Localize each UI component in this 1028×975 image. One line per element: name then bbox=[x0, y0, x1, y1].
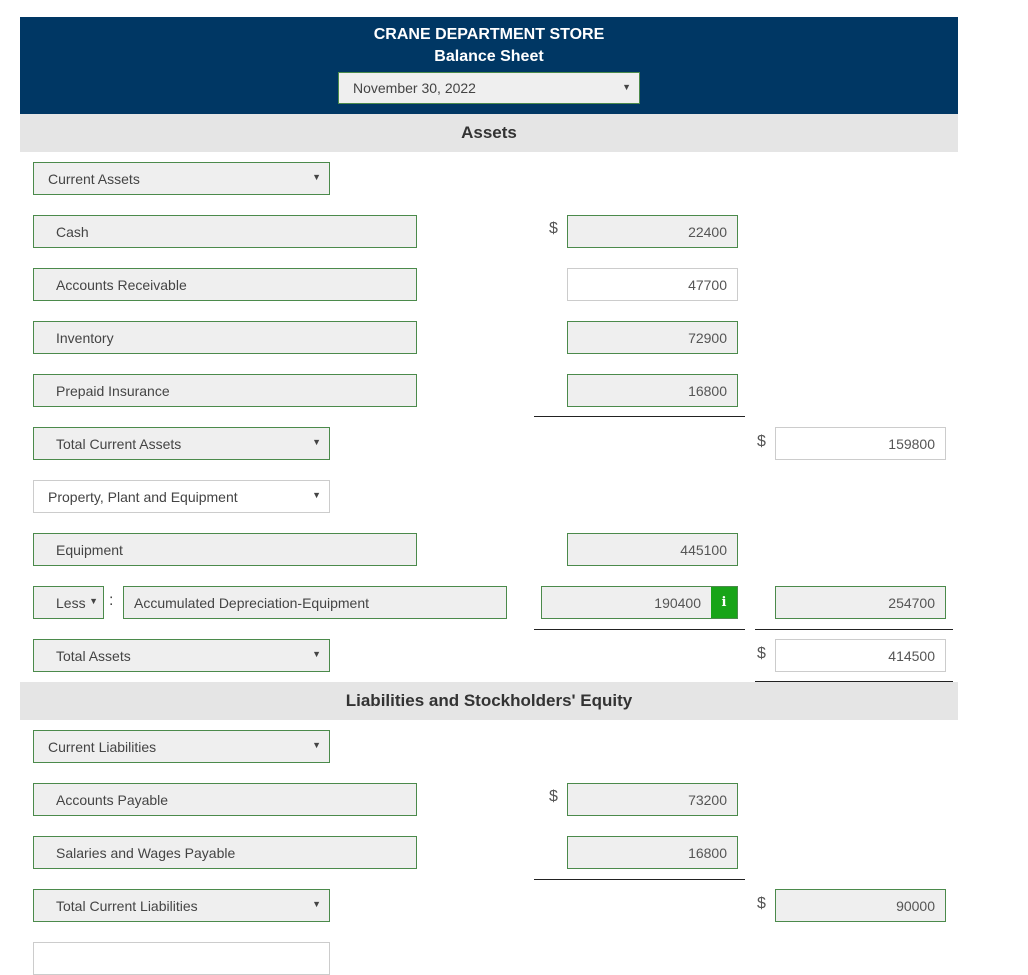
prepaid-insurance-amount-input[interactable]: 16800 bbox=[567, 374, 738, 407]
currency-sign: $ bbox=[549, 788, 558, 805]
date-select[interactable]: November 30, 2022 ▼ bbox=[338, 72, 640, 104]
ppe-select-value: Property, Plant and Equipment bbox=[48, 489, 238, 505]
accounts-receivable-amount-input[interactable]: 47700 bbox=[567, 268, 738, 301]
chevron-down-icon: ▼ bbox=[312, 740, 321, 750]
statement-title: Balance Sheet bbox=[434, 48, 544, 65]
less-operator-value: Less bbox=[56, 595, 86, 611]
accounts-payable-amount-input[interactable]: 73200 bbox=[567, 783, 738, 816]
total-assets-select-value: Total Assets bbox=[56, 648, 131, 664]
liabilities-section-title: Liabilities and Stockholders' Equity bbox=[20, 682, 958, 720]
chevron-down-icon: ▼ bbox=[312, 649, 321, 659]
subtotal-rule bbox=[755, 629, 953, 630]
date-select-value: November 30, 2022 bbox=[353, 80, 476, 96]
total-current-assets-amount-input[interactable]: 159800 bbox=[775, 427, 946, 460]
colon-separator: : bbox=[109, 592, 114, 609]
equipment-label-field[interactable]: Equipment bbox=[33, 533, 417, 566]
subtotal-rule bbox=[534, 416, 745, 417]
currency-sign: $ bbox=[549, 220, 558, 237]
ppe-select[interactable]: Property, Plant and Equipment ▼ bbox=[33, 480, 330, 513]
inventory-amount-input[interactable]: 72900 bbox=[567, 321, 738, 354]
total-current-assets-select-value: Total Current Assets bbox=[56, 436, 182, 452]
assets-section-title: Assets bbox=[20, 114, 958, 152]
info-icon[interactable]: i bbox=[711, 587, 737, 618]
less-operator-select[interactable]: Less ▼ bbox=[33, 586, 104, 619]
current-assets-select-value: Current Assets bbox=[48, 171, 140, 187]
total-assets-select[interactable]: Total Assets ▼ bbox=[33, 639, 330, 672]
chevron-down-icon: ▼ bbox=[312, 172, 321, 182]
equipment-amount-input[interactable]: 445100 bbox=[567, 533, 738, 566]
cash-label-field[interactable]: Cash bbox=[33, 215, 417, 248]
chevron-down-icon: ▼ bbox=[312, 899, 321, 909]
net-equipment-amount-input[interactable]: 254700 bbox=[775, 586, 946, 619]
accumulated-depreciation-label-field[interactable]: Accumulated Depreciation-Equipment bbox=[123, 586, 507, 619]
total-current-liabilities-select-value: Total Current Liabilities bbox=[56, 898, 198, 914]
company-name: CRANE DEPARTMENT STORE bbox=[373, 26, 605, 43]
current-liabilities-select-value: Current Liabilities bbox=[48, 739, 157, 755]
currency-sign: $ bbox=[757, 433, 766, 450]
chevron-down-icon: ▼ bbox=[89, 596, 98, 606]
total-current-assets-select[interactable]: Total Current Assets ▼ bbox=[33, 427, 330, 460]
subtotal-rule bbox=[534, 879, 745, 880]
accumulated-depreciation-amount-input[interactable]: 190400 bbox=[541, 586, 738, 619]
chevron-down-icon: ▼ bbox=[312, 437, 321, 447]
accounts-receivable-label-field[interactable]: Accounts Receivable bbox=[33, 268, 417, 301]
total-assets-amount-input[interactable]: 414500 bbox=[775, 639, 946, 672]
salaries-wages-payable-amount-input[interactable]: 16800 bbox=[567, 836, 738, 869]
cash-amount-input[interactable]: 22400 bbox=[567, 215, 738, 248]
accounts-payable-label-field[interactable]: Accounts Payable bbox=[33, 783, 417, 816]
currency-sign: $ bbox=[757, 645, 766, 662]
prepaid-insurance-label-field[interactable]: Prepaid Insurance bbox=[33, 374, 417, 407]
current-assets-select[interactable]: Current Assets ▼ bbox=[33, 162, 330, 195]
total-current-liabilities-select[interactable]: Total Current Liabilities ▼ bbox=[33, 889, 330, 922]
statement-header: CRANE DEPARTMENT STORE Balance Sheet Nov… bbox=[20, 17, 958, 114]
total-current-liabilities-amount-input[interactable]: 90000 bbox=[775, 889, 946, 922]
currency-sign: $ bbox=[757, 895, 766, 912]
salaries-wages-payable-label-field[interactable]: Salaries and Wages Payable bbox=[33, 836, 417, 869]
current-liabilities-select[interactable]: Current Liabilities ▼ bbox=[33, 730, 330, 763]
subtotal-rule bbox=[534, 629, 745, 630]
chevron-down-icon: ▼ bbox=[622, 82, 631, 92]
chevron-down-icon: ▼ bbox=[312, 490, 321, 500]
inventory-label-field[interactable]: Inventory bbox=[33, 321, 417, 354]
